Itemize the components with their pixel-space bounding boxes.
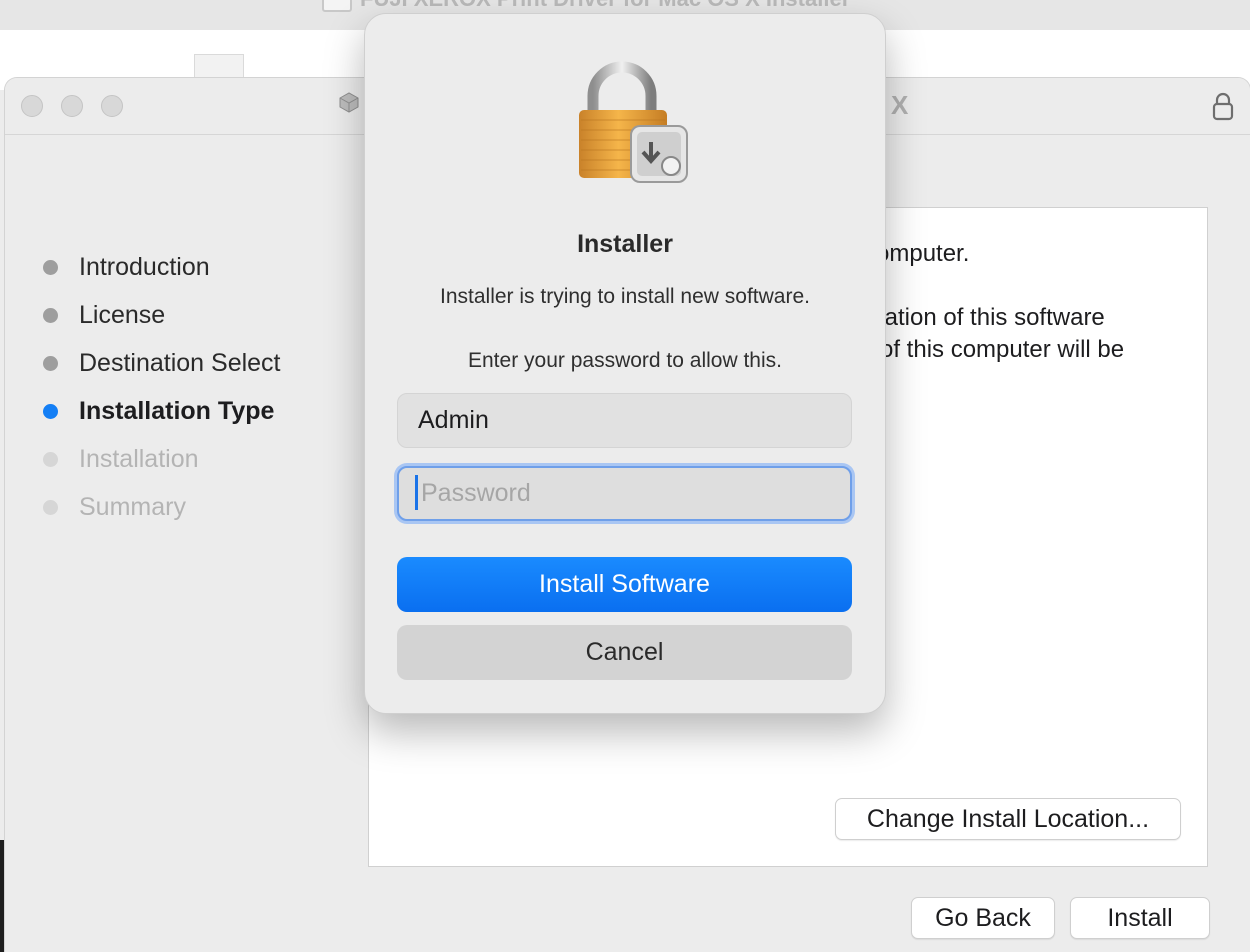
text-caret bbox=[415, 475, 418, 510]
step-indicator bbox=[43, 355, 58, 371]
auth-dialog: Installer Installer is trying to install… bbox=[364, 13, 886, 714]
lock-icon[interactable] bbox=[1211, 91, 1235, 121]
dialog-message: Installer is trying to install new softw… bbox=[440, 285, 810, 308]
step-label: Installation Type bbox=[79, 396, 275, 425]
step-destination-select: Destination Select bbox=[43, 348, 281, 378]
go-back-button[interactable]: Go Back bbox=[911, 897, 1055, 939]
padlock-installer-icon bbox=[579, 61, 688, 183]
dialog-title: Installer bbox=[577, 230, 673, 258]
zoom-window-button[interactable] bbox=[101, 95, 123, 117]
step-summary: Summary bbox=[43, 492, 186, 522]
minimize-window-button[interactable] bbox=[61, 95, 83, 117]
step-indicator bbox=[43, 259, 58, 275]
cancel-button[interactable]: Cancel bbox=[397, 625, 852, 680]
background-window-title: FUJI XEROX Print Driver for Mac OS X Ins… bbox=[360, 0, 850, 12]
dialog-prompt: Enter your password to allow this. bbox=[468, 349, 782, 372]
step-indicator bbox=[43, 307, 58, 323]
install-software-button[interactable]: Install Software bbox=[397, 557, 852, 612]
password-field[interactable] bbox=[397, 466, 852, 521]
step-installation: Installation bbox=[43, 444, 199, 474]
install-button[interactable]: Install bbox=[1070, 897, 1210, 939]
change-install-location-button[interactable]: Change Install Location... bbox=[835, 798, 1181, 840]
step-label: Summary bbox=[79, 492, 186, 521]
step-label: Introduction bbox=[79, 252, 210, 281]
step-license: License bbox=[43, 300, 165, 330]
step-label: Installation bbox=[79, 444, 199, 473]
step-indicator bbox=[43, 451, 58, 467]
package-icon bbox=[339, 92, 359, 113]
step-introduction: Introduction bbox=[43, 252, 210, 282]
step-indicator bbox=[43, 499, 58, 515]
content-line: omputer. bbox=[876, 240, 970, 267]
document-icon bbox=[322, 0, 352, 12]
step-label: License bbox=[79, 300, 166, 329]
step-label: Destination Select bbox=[79, 348, 281, 377]
close-window-button[interactable] bbox=[21, 95, 43, 117]
step-installation-type: Installation Type bbox=[43, 396, 274, 426]
username-field[interactable] bbox=[397, 393, 852, 448]
step-indicator bbox=[43, 403, 58, 419]
content-line: llation of this software bbox=[874, 304, 1105, 331]
content-line: of this computer will be bbox=[880, 336, 1125, 363]
window-title: X bbox=[891, 90, 909, 120]
